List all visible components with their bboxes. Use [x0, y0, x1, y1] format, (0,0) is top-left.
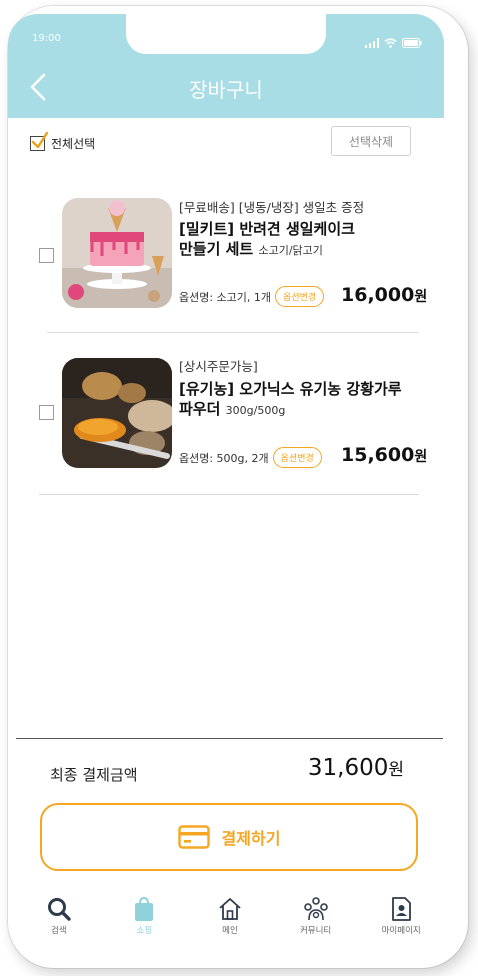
tab-shopping[interactable]: 쇼핑	[102, 896, 188, 946]
credit-card-icon	[177, 825, 210, 849]
checkbox-checked	[30, 132, 49, 151]
item-variant: 소고기/닭고기	[258, 244, 323, 257]
app-header: 19:00 장바구니	[8, 14, 444, 118]
item-option-text: 옵션명: 소고기, 1개	[179, 290, 272, 304]
wifi-icon	[384, 33, 397, 52]
item-divider	[39, 494, 419, 495]
checkmark-icon	[31, 132, 49, 149]
signal-icon	[365, 33, 379, 52]
status-time: 19:00	[32, 33, 61, 44]
item-price-value: 15,600	[341, 444, 415, 466]
status-icons	[365, 33, 422, 52]
community-icon	[303, 896, 329, 922]
home-icon	[217, 896, 243, 922]
item-name[interactable]: [유기농] 오가닉스 유기농 강황가루 파우더 300g/500g	[179, 379, 402, 421]
turmeric-product-image[interactable]	[62, 358, 172, 468]
tab-label: 검색	[50, 926, 67, 936]
tab-label: 쇼핑	[136, 926, 153, 936]
item-name-line1: [유기농] 오가닉스 유기농 강황가루	[179, 380, 402, 398]
select-all-checkbox[interactable]: 전체선택	[30, 132, 96, 152]
checkout-label: 결제하기	[221, 829, 281, 848]
tab-label: 커뮤니티	[299, 926, 332, 936]
shopping-bag-icon	[131, 896, 157, 922]
search-icon	[46, 896, 72, 922]
page-title: 장바구니	[189, 78, 263, 102]
tab-main[interactable]: 메인	[187, 896, 273, 946]
tab-label: 메인	[222, 926, 238, 936]
item-name-line2: 만들기 세트	[179, 240, 254, 258]
total-label: 최종 결제금액	[50, 766, 138, 784]
total-price: 31,600원	[308, 755, 404, 781]
item-option-text: 옵션명: 500g, 2개	[179, 451, 269, 465]
item-checkbox[interactable]	[39, 405, 54, 420]
mypage-icon	[388, 896, 414, 922]
item-tag: [무료배송] [냉동/냉장] 생일초 증정	[179, 200, 365, 215]
change-option-button[interactable]: 옵션변경	[275, 286, 325, 307]
tab-label: 마이페이지	[381, 926, 421, 936]
item-price-currency: 원	[414, 449, 428, 465]
item-option: 옵션명: 500g, 2개 옵션변경	[179, 447, 322, 468]
battery-icon	[402, 33, 422, 52]
item-price-value: 16,000	[341, 284, 415, 306]
total-price-currency: 원	[388, 760, 404, 780]
item-variant: 300g/500g	[225, 404, 286, 417]
item-option: 옵션명: 소고기, 1개 옵션변경	[179, 286, 325, 307]
item-checkbox[interactable]	[39, 248, 54, 263]
summary-divider	[16, 738, 443, 739]
item-name-line1: [밀키트] 반려견 생일케이크	[179, 220, 355, 238]
select-all-label: 전체선택	[51, 137, 96, 151]
delete-selected-button[interactable]: 선택삭제	[331, 126, 411, 156]
device-notch	[126, 14, 326, 54]
item-price: 15,600원	[341, 444, 427, 466]
change-option-button[interactable]: 옵션변경	[272, 447, 322, 468]
cake-product-image[interactable]	[62, 198, 172, 308]
item-price-currency: 원	[414, 289, 428, 305]
item-tag: [상시주문가능]	[179, 359, 258, 374]
item-divider	[47, 332, 418, 333]
checkout-button[interactable]: 결제하기	[40, 803, 418, 871]
tab-mypage[interactable]: 마이페이지	[358, 896, 444, 946]
total-price-value: 31,600	[307, 755, 389, 781]
item-price: 16,000원	[341, 284, 427, 306]
item-name[interactable]: [밀키트] 반려견 생일케이크 만들기 세트 소고기/닭고기	[179, 219, 355, 261]
item-name-line2: 파우더	[179, 400, 221, 418]
bottom-tab-bar: 검색 쇼핑 메인 커뮤니티 마이페이지	[16, 896, 444, 946]
tab-community[interactable]: 커뮤니티	[273, 896, 359, 946]
tab-search[interactable]: 검색	[16, 896, 102, 946]
